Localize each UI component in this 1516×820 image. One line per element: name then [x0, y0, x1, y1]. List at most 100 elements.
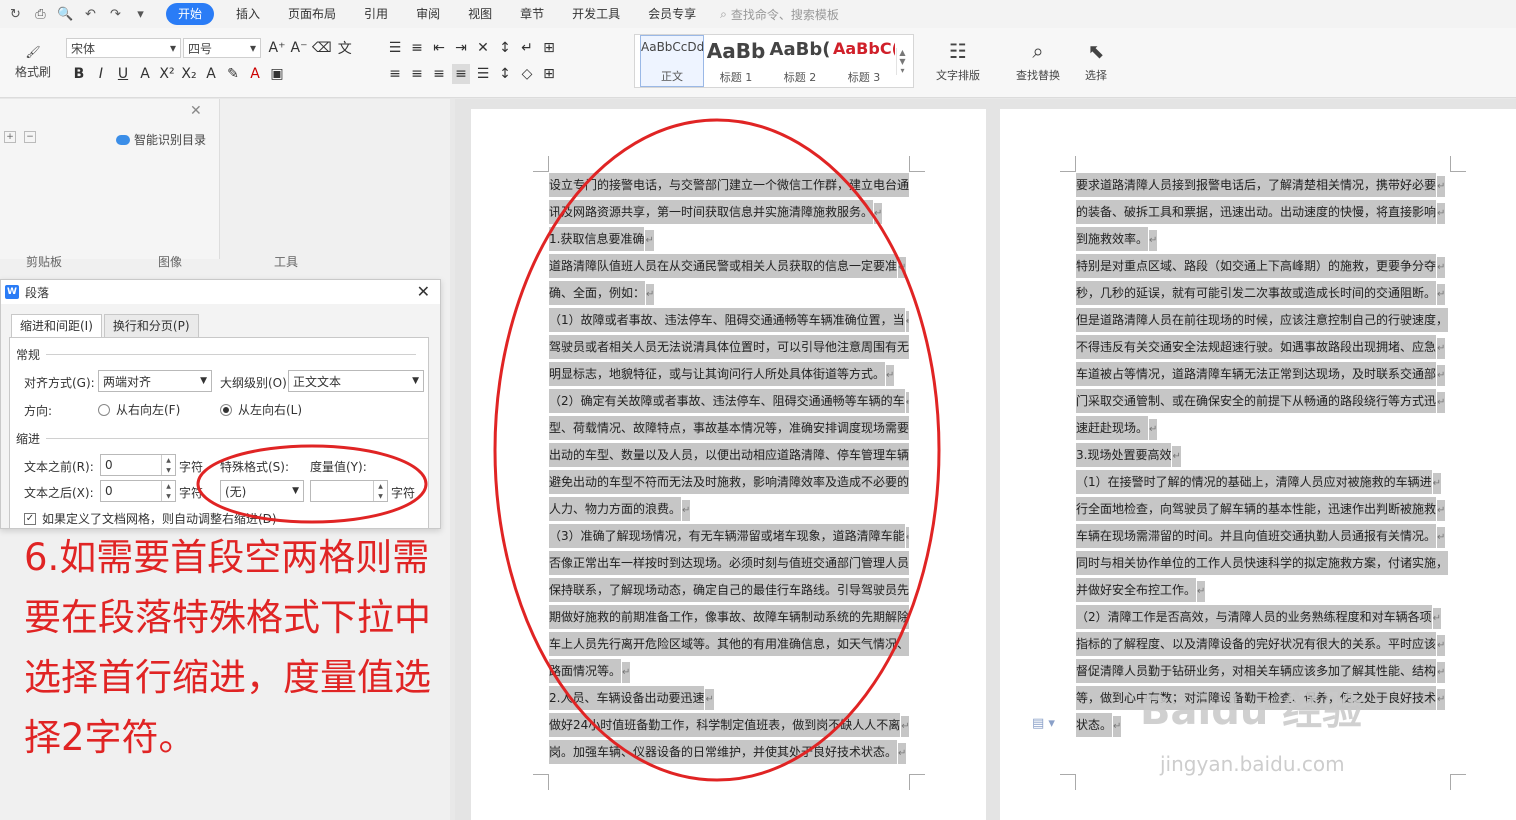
style-normal[interactable]: AaBbCcDd 正文 — [640, 35, 704, 87]
tab-icon[interactable]: ⊞ — [540, 38, 558, 58]
grow-font-icon[interactable]: A⁺ — [268, 38, 286, 58]
quick-access-icon[interactable]: ↻ — [4, 3, 27, 25]
document-line: （1）在接警时了解的情况的基础上，清障人员应对被施救的车辆进↵ — [1076, 469, 1448, 496]
align-left-icon[interactable]: ≡ — [386, 64, 404, 84]
after-text-spinner[interactable]: 0 ▲ ▼ — [100, 480, 176, 502]
command-search-placeholder: 查找命令、搜索模板 — [730, 7, 839, 22]
select-button[interactable]: ⬉ 选择 — [1066, 36, 1126, 86]
gallery-scroll[interactable]: ▲ ▼ ▾ — [896, 47, 908, 75]
document-line-text: 秒，几秒的延误，就有可能引发二次事故或造成长时间的交通阻断。 — [1076, 281, 1437, 305]
spinner-arrows-icon[interactable]: ▲ ▼ — [161, 455, 175, 475]
text-effect-icon[interactable]: A — [202, 64, 220, 84]
direction-ltr-label: 从左向右(L) — [238, 403, 303, 417]
clear-format-icon[interactable]: ⌫ — [312, 38, 332, 58]
watermark-brand: Baidu 经验 — [1140, 688, 1363, 734]
before-text-spinner[interactable]: 0 ▲ ▼ — [100, 454, 176, 476]
tab-view[interactable]: 视图 — [454, 3, 506, 25]
style-label: 正文 — [661, 70, 683, 83]
chevron-down-icon[interactable]: ▼ — [899, 57, 905, 66]
close-icon[interactable]: ✕ — [417, 282, 430, 301]
dialog-title: 段落 — [25, 285, 50, 300]
increase-indent-icon[interactable]: ⇥ — [452, 38, 470, 58]
style-heading-3[interactable]: AaBbC( 标题 3 — [832, 35, 896, 87]
close-icon[interactable]: ✕ — [190, 103, 202, 119]
direction-rtl-radio[interactable]: 从右向左(F) — [98, 401, 180, 418]
tab-line-page-breaks[interactable]: 换行和分页(P) — [103, 314, 199, 338]
sort-icon[interactable]: ↕ — [496, 38, 514, 58]
outline-select[interactable]: 正文文本 ▼ — [288, 370, 424, 392]
justify-icon[interactable]: ≡ — [452, 64, 470, 84]
align-right-icon[interactable]: ≡ — [430, 64, 448, 84]
align-select[interactable]: 两端对齐 ▼ — [98, 370, 212, 392]
char-border-icon[interactable]: ▣ — [268, 64, 286, 84]
crop-mark — [1450, 774, 1466, 790]
align-label: 对齐方式(G): — [24, 376, 95, 390]
highlight-icon[interactable]: ✎ — [224, 64, 242, 84]
magnifier-icon: ⌕ — [1032, 39, 1044, 63]
shading-icon[interactable]: ◇ — [518, 64, 536, 84]
underline-icon[interactable]: U — [114, 64, 132, 84]
crop-mark — [1450, 156, 1466, 172]
print-icon[interactable]: ⎙ — [29, 3, 52, 25]
tab-member[interactable]: 会员专享 — [634, 3, 710, 25]
phonetic-icon[interactable]: 文 — [336, 38, 354, 58]
toc-expand-collapse: + − — [4, 131, 36, 143]
superscript-icon[interactable]: X² — [158, 64, 176, 84]
format-painter-button[interactable]: 🖌 格式刷 — [12, 38, 54, 86]
tab-indent-spacing[interactable]: 缩进和间距(I) — [11, 314, 102, 338]
tab-page-layout[interactable]: 页面布局 — [274, 3, 350, 25]
style-heading-1[interactable]: AaBb 标题 1 — [704, 35, 768, 87]
section-indent-title: 缩进 — [16, 432, 41, 446]
tab-insert[interactable]: 插入 — [222, 3, 274, 25]
chinese-layout-icon[interactable]: ✕ — [474, 38, 492, 58]
customize-dropdown-icon[interactable]: ▾ — [129, 3, 152, 25]
ribbon-group-labels: 剪贴板 图像 工具 — [0, 249, 450, 273]
line-spacing-icon[interactable]: ↕ — [496, 64, 514, 84]
tab-references[interactable]: 引用 — [350, 3, 402, 25]
paragraph-tools-top: ☰ ≡ ⇤ ⇥ ✕ ↕ ↵ ⊞ — [386, 38, 558, 58]
text-layout-button[interactable]: ☷ 文字排版 — [928, 36, 988, 86]
shrink-font-icon[interactable]: A⁻ — [290, 38, 308, 58]
italic-icon[interactable]: I — [92, 64, 110, 84]
font-size-select[interactable]: 四号 ▾ — [183, 38, 261, 58]
numbered-list-icon[interactable]: ≡ — [408, 38, 426, 58]
bold-icon[interactable]: B — [70, 64, 88, 84]
borders-icon[interactable]: ⊞ — [540, 64, 558, 84]
spinner-arrows-icon[interactable]: ▲ ▼ — [161, 481, 175, 501]
expand-icon[interactable]: + — [4, 131, 16, 143]
tab-review[interactable]: 审阅 — [402, 3, 454, 25]
undo-icon[interactable]: ↶ — [79, 3, 102, 25]
tab-developer[interactable]: 开发工具 — [558, 3, 634, 25]
document-line: 但是道路清障人员在前往现场的时候，应该注意控制自己的行驶速度，↵ — [1076, 307, 1448, 334]
collapse-icon[interactable]: − — [24, 131, 36, 143]
section-general: 常规 — [16, 346, 417, 363]
more-icon[interactable]: ▾ — [900, 66, 904, 75]
command-search[interactable]: ⌕ 查找命令、搜索模板 — [720, 6, 839, 23]
paragraph-mark-icon: ↵ — [1437, 338, 1446, 359]
show-marks-icon[interactable]: ↵ — [518, 38, 536, 58]
font-color-icon[interactable]: A — [246, 64, 264, 84]
font-name-select[interactable]: 宋体 ▾ — [66, 38, 181, 58]
after-text-label: 文本之后(X): — [24, 486, 94, 500]
tab-home[interactable]: 开始 — [166, 3, 215, 25]
document-line-text: 到施救效率。 — [1076, 227, 1149, 251]
page-layout-icon[interactable]: ▤ ▾ — [1032, 716, 1055, 731]
smart-toc-button[interactable]: 智能识别目录 — [116, 131, 206, 148]
paragraph-mark-icon: ↵ — [1437, 257, 1446, 278]
print-preview-icon[interactable]: 🔍 — [54, 3, 77, 25]
align-center-icon[interactable]: ≡ — [408, 64, 426, 84]
redo-icon[interactable]: ↷ — [104, 3, 127, 25]
bullet-list-icon[interactable]: ☰ — [386, 38, 404, 58]
page-right-text[interactable]: 要求道路清障人员接到报警电话后，了解清楚相关情况，携带好必要↵ 的装备、破拆工具和… — [1076, 172, 1448, 739]
find-replace-button[interactable]: ⌕ 查找替换 — [1008, 36, 1068, 86]
subscript-icon[interactable]: X₂ — [180, 64, 198, 84]
strikethrough-icon[interactable]: A — [136, 64, 154, 84]
document-line: 同时与相关协作单位的工作人员快速科学的拟定施救方案，付诸实施，↵ — [1076, 550, 1448, 577]
style-heading-2[interactable]: AaBb( 标题 2 — [768, 35, 832, 87]
document-line-text: 车道被占等情况，道路清障车辆无法正常到达现场，及时联系交通部 — [1076, 362, 1437, 386]
distributed-icon[interactable]: ☰ — [474, 64, 492, 84]
chevron-up-icon[interactable]: ▲ — [899, 48, 905, 57]
direction-ltr-radio[interactable]: 从左向右(L) — [220, 401, 302, 418]
tab-section[interactable]: 章节 — [506, 3, 558, 25]
decrease-indent-icon[interactable]: ⇤ — [430, 38, 448, 58]
